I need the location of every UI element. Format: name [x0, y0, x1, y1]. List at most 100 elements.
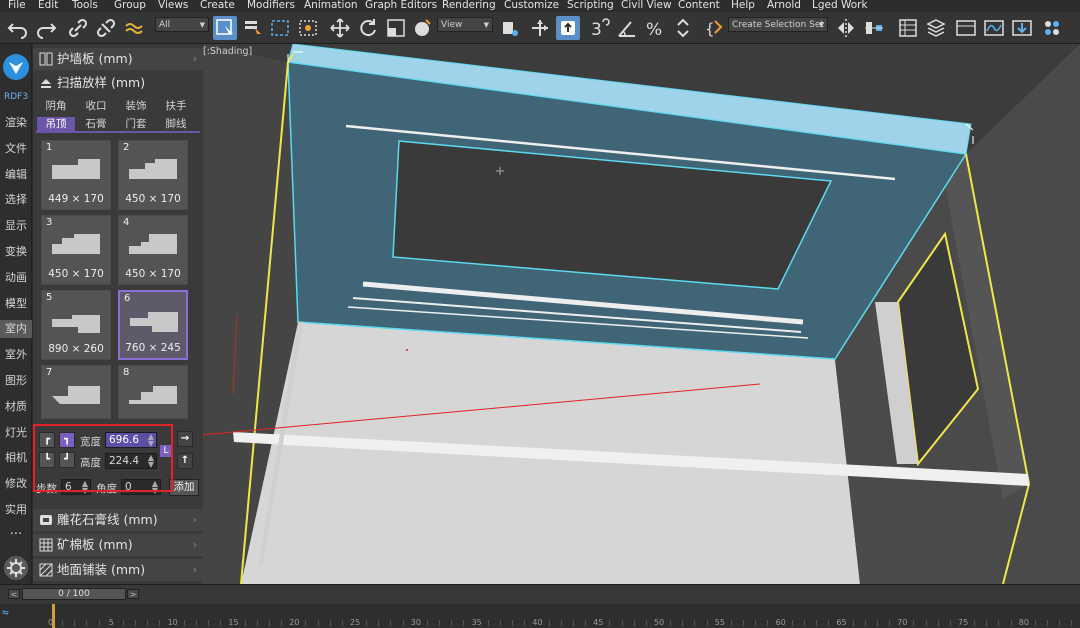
- percent-snap-icon[interactable]: %: [643, 16, 667, 40]
- align-icon[interactable]: [862, 16, 886, 40]
- window-crossing-icon[interactable]: [296, 16, 320, 40]
- edit-named-selection-icon[interactable]: {: [702, 16, 726, 40]
- tab-tabs_row1-1[interactable]: 收口: [77, 99, 115, 113]
- tab-tabs_row2-1[interactable]: 石膏: [77, 117, 115, 131]
- profile-thumb-7[interactable]: 7: [41, 365, 111, 419]
- direction-right-button[interactable]: →: [177, 431, 193, 447]
- select-manipulate-icon[interactable]: [528, 16, 552, 40]
- strip-item-12[interactable]: 灯光: [0, 424, 32, 442]
- strip-item-2[interactable]: 编辑: [0, 166, 32, 184]
- menu-civil-view[interactable]: Civil View: [621, 0, 672, 11]
- redo-icon[interactable]: [34, 16, 58, 40]
- strip-item-3[interactable]: 选择: [0, 191, 32, 209]
- slider-next-button[interactable]: >: [127, 589, 139, 599]
- schematic-view-icon[interactable]: [1010, 16, 1034, 40]
- layer-explorer-icon[interactable]: [924, 16, 948, 40]
- strip-item-13[interactable]: 相机: [0, 449, 32, 467]
- angle-snap-icon[interactable]: [615, 16, 639, 40]
- strip-item-7[interactable]: 模型: [0, 295, 32, 313]
- placement-icon[interactable]: [410, 16, 434, 40]
- menu-graph-editors[interactable]: Graph Editors: [365, 0, 437, 11]
- strip-item-14[interactable]: 修改: [0, 475, 32, 493]
- profile-thumb-5[interactable]: 5 890 × 260: [41, 290, 111, 360]
- menu-group[interactable]: Group: [114, 0, 146, 11]
- section-mineral-board[interactable]: 矿棉板 (mm) ›: [33, 534, 203, 556]
- section-carved-plaster[interactable]: 雕花石膏线 (mm) ›: [33, 509, 203, 531]
- viewport-label[interactable]: [:Shading]: [203, 46, 252, 57]
- named-selection-dropdown[interactable]: Create Selection Set ▼: [728, 17, 828, 32]
- bind-spacewarp-icon[interactable]: [122, 16, 146, 40]
- spinner-snap-icon[interactable]: [671, 16, 695, 40]
- strip-item-8[interactable]: 室内: [0, 320, 32, 339]
- keyboard-shortcut-toggle-icon[interactable]: [556, 16, 580, 40]
- strip-item-15[interactable]: 实用: [0, 501, 32, 519]
- more-icon[interactable]: ···: [0, 528, 32, 542]
- perspective-viewport[interactable]: [:Shading]: [203, 44, 1080, 584]
- menu-content[interactable]: Content: [678, 0, 720, 11]
- tab-tabs_row2-2[interactable]: 门套: [117, 117, 155, 131]
- curve-editor-icon[interactable]: [982, 16, 1006, 40]
- time-slider-thumb[interactable]: 0 / 100: [22, 588, 126, 600]
- strip-item-11[interactable]: 材质: [0, 398, 32, 416]
- profile-thumb-4[interactable]: 4 450 × 170: [118, 215, 188, 285]
- material-editor-icon[interactable]: [1040, 16, 1064, 40]
- strip-item-4[interactable]: 显示: [0, 217, 32, 235]
- link-icon[interactable]: [66, 16, 90, 40]
- menu-animation[interactable]: Animation: [304, 0, 358, 11]
- scale-icon[interactable]: [384, 16, 408, 40]
- section-wall-panel[interactable]: 护墙板 (mm) ›: [33, 48, 203, 70]
- menu-modifiers[interactable]: Modifiers: [247, 0, 295, 11]
- menu-lged-work[interactable]: Lged Work: [812, 0, 868, 11]
- strip-item-0[interactable]: 渲染: [0, 114, 32, 132]
- track-bar-toggle-icon[interactable]: ⇋: [2, 608, 9, 617]
- unlink-icon[interactable]: [94, 16, 118, 40]
- tab-tabs_row1-0[interactable]: 阴角: [37, 99, 75, 113]
- tab-tabs_row1-3[interactable]: 扶手: [157, 99, 195, 113]
- undo-icon[interactable]: [6, 16, 30, 40]
- rotate-icon[interactable]: [356, 16, 380, 40]
- select-by-name-icon[interactable]: [241, 16, 265, 40]
- menu-customize[interactable]: Customize: [504, 0, 559, 11]
- add-button[interactable]: 添加: [169, 479, 199, 496]
- tab-tabs_row2-0[interactable]: 吊顶: [37, 117, 75, 131]
- menu-help[interactable]: Help: [731, 0, 755, 11]
- tab-tabs_row2-3[interactable]: 脚线: [157, 117, 195, 131]
- strip-item-10[interactable]: 图形: [0, 372, 32, 390]
- profile-thumb-1[interactable]: 1 449 × 170: [41, 140, 111, 210]
- pivot-center-icon[interactable]: [498, 16, 522, 40]
- select-object-icon[interactable]: [213, 16, 237, 40]
- mirror-icon[interactable]: [834, 16, 858, 40]
- tab-tabs_row1-2[interactable]: 装饰: [117, 99, 155, 113]
- menu-scripting[interactable]: Scripting: [567, 0, 614, 11]
- strip-item-9[interactable]: 室外: [0, 346, 32, 364]
- section-sweep[interactable]: 扫描放样 (mm): [33, 72, 203, 94]
- rect-selection-icon[interactable]: [268, 16, 292, 40]
- menu-file[interactable]: File: [8, 0, 26, 11]
- slider-prev-button[interactable]: <: [8, 589, 20, 599]
- snap-toggle-icon[interactable]: 3: [588, 16, 612, 40]
- menu-rendering[interactable]: Rendering: [442, 0, 496, 11]
- rdf-logo-icon[interactable]: [3, 54, 29, 80]
- settings-gear-icon[interactable]: [4, 556, 28, 580]
- strip-item-1[interactable]: 文件: [0, 140, 32, 158]
- menu-views[interactable]: Views: [158, 0, 188, 11]
- direction-up-button[interactable]: ↑: [177, 453, 193, 469]
- scene-render[interactable]: [203, 44, 1080, 584]
- time-slider-track[interactable]: [0, 584, 1080, 604]
- menu-arnold[interactable]: Arnold: [767, 0, 801, 11]
- menu-tools[interactable]: Tools: [72, 0, 98, 11]
- profile-thumb-3[interactable]: 3 450 × 170: [41, 215, 111, 285]
- move-icon[interactable]: [328, 16, 352, 40]
- profile-thumb-6[interactable]: 6 760 × 245: [118, 290, 188, 360]
- menu-create[interactable]: Create: [200, 0, 235, 11]
- ribbon-toggle-icon[interactable]: [954, 16, 978, 40]
- reference-coord-dropdown[interactable]: View ▼: [437, 17, 493, 32]
- profile-thumb-2[interactable]: 2 450 × 170: [118, 140, 188, 210]
- strip-item-5[interactable]: 变换: [0, 243, 32, 261]
- profile-thumb-8[interactable]: 8: [118, 365, 188, 419]
- section-floor-tiling[interactable]: 地面铺装 (mm) ›: [33, 559, 203, 581]
- strip-item-6[interactable]: 动画: [0, 269, 32, 287]
- selection-filter-dropdown[interactable]: All ▼: [155, 17, 209, 32]
- menu-edit[interactable]: Edit: [38, 0, 58, 11]
- scene-explorer-icon[interactable]: [896, 16, 920, 40]
